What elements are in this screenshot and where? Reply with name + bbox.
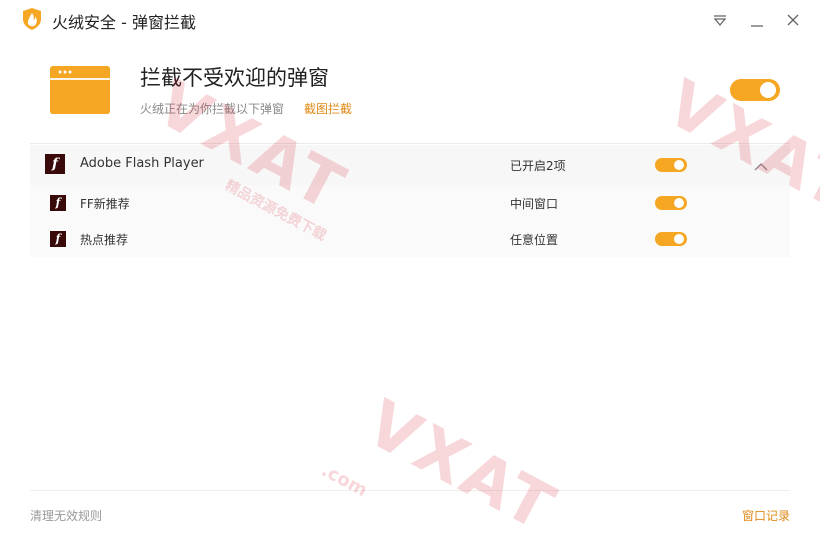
flash-icon: f <box>50 231 66 247</box>
flash-icon: f <box>50 195 66 211</box>
rule-item-status[interactable]: 任意位置 <box>510 231 558 248</box>
screenshot-block-link[interactable]: 截图拦截 <box>304 100 352 117</box>
toggle-knob <box>674 160 684 170</box>
page-description: 火绒正在为你拦截以下弹窗 <box>140 102 285 116</box>
flash-icon: f <box>45 154 65 174</box>
collapse-chevron-icon[interactable] <box>754 158 768 177</box>
popup-window-icon <box>50 66 110 114</box>
minimize-icon[interactable] <box>745 8 769 32</box>
footer-divider <box>30 490 790 491</box>
title-bar: 火绒安全 - 弹窗拦截 <box>0 0 820 40</box>
rule-item-status[interactable]: 中间窗口 <box>510 195 558 212</box>
group-toggle[interactable] <box>655 158 687 172</box>
group-status: 已开启2项 <box>510 159 566 173</box>
rule-item-toggle[interactable] <box>655 196 687 210</box>
window-title: 火绒安全 - 弹窗拦截 <box>52 13 196 32</box>
rule-item-name: 热点推荐 <box>80 233 129 247</box>
watermark: VXAT <box>355 387 569 547</box>
watermark-domain: .com <box>317 459 371 502</box>
watermark-text: VXAT <box>354 386 569 547</box>
header-divider <box>30 143 790 144</box>
window-history-link[interactable]: 窗口记录 <box>742 507 790 524</box>
huorong-logo-icon <box>22 8 42 30</box>
toggle-knob <box>674 198 684 208</box>
rule-item-name: FF新推荐 <box>80 197 130 211</box>
page-title: 拦截不受欢迎的弹窗 <box>140 66 329 90</box>
toggle-knob <box>674 234 684 244</box>
toggle-knob <box>760 82 776 98</box>
master-toggle[interactable] <box>730 79 780 101</box>
clean-invalid-rules-link[interactable]: 清理无效规则 <box>30 507 102 524</box>
group-name: Adobe Flash Player <box>80 156 204 171</box>
dropdown-menu-icon[interactable] <box>708 8 732 32</box>
close-icon[interactable] <box>781 8 805 32</box>
rule-item-toggle[interactable] <box>655 232 687 246</box>
